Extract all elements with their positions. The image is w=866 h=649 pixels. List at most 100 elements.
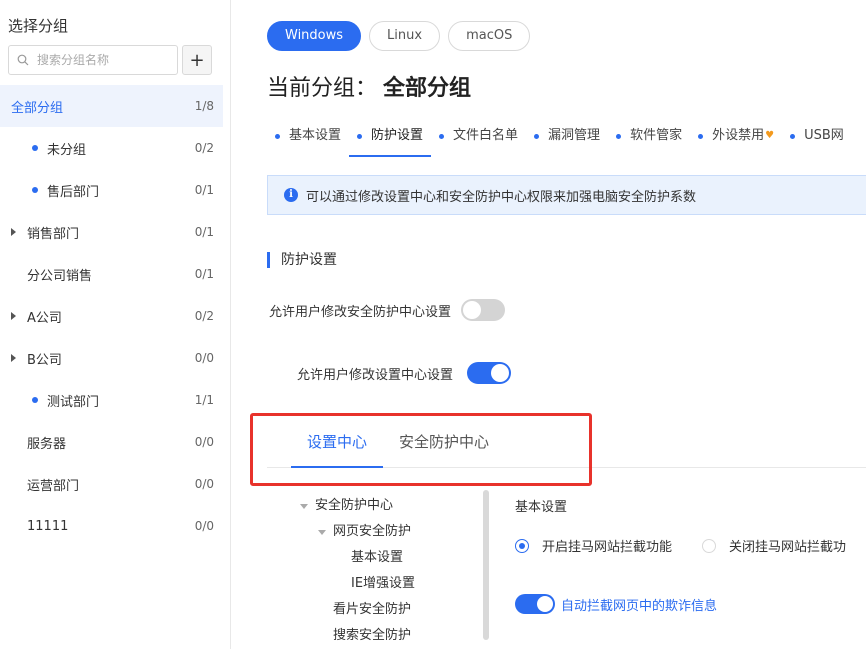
tree-scrollbar[interactable] <box>483 490 489 640</box>
group-item-aftersales[interactable]: 售后部门 0/1 <box>0 169 223 211</box>
tree-node-video-protection[interactable]: 看片安全防护 <box>290 597 480 623</box>
setting-label: 允许用户修改安全防护中心设置 <box>269 304 452 320</box>
tab-macos[interactable]: macOS <box>448 21 531 51</box>
tree-label: 安全防护中心 <box>315 498 394 513</box>
setting-label: 允许用户修改设置中心设置 <box>297 367 454 383</box>
add-group-button[interactable]: + <box>182 45 212 75</box>
tree-node-search-protection[interactable]: 搜索安全防护 <box>290 623 480 649</box>
tree-label: 搜索安全防护 <box>333 628 412 643</box>
toggle-knob <box>537 596 553 612</box>
group-search[interactable] <box>8 45 178 75</box>
page-title: 当前分组： 全部分组 <box>267 70 471 102</box>
group-label: 11111 <box>27 518 69 534</box>
info-icon: i <box>284 188 298 202</box>
radio-enable-trojan-block[interactable] <box>515 538 529 553</box>
group-label: 销售部门 <box>27 226 80 242</box>
toggle-knob <box>491 364 510 382</box>
current-group-value: 全部分组 <box>383 76 472 101</box>
tab-label: 外设禁用 <box>712 128 765 143</box>
group-item-branch-sales[interactable]: 分公司销售 0/1 <box>0 253 223 295</box>
expand-caret-icon[interactable] <box>11 228 16 236</box>
group-item-server[interactable]: 服务器 0/0 <box>0 421 223 463</box>
group-count: 1/1 <box>194 393 214 407</box>
tree-node-web-protection[interactable]: 网页安全防护 <box>290 519 480 545</box>
tab-label: 防护设置 <box>371 128 424 143</box>
tree-label: 看片安全防护 <box>333 602 412 617</box>
settings-tree: 安全防护中心 网页安全防护 基本设置 IE增强设置 看片安全防护 搜索安全防护 <box>290 493 480 649</box>
auto-block-toggle[interactable] <box>515 594 555 614</box>
feature-tabs: 基本设置 防护设置 文件白名单 漏洞管理 软件管家 外设禁用 ♥ USB网 <box>267 121 866 159</box>
highlight-frame <box>250 413 592 486</box>
group-item-operations[interactable]: 运营部门 0/0 <box>0 463 223 505</box>
group-label: A公司 <box>27 310 62 326</box>
tree-node-ie-enhance[interactable]: IE增强设置 <box>290 571 480 597</box>
collapse-caret-icon[interactable] <box>300 504 308 509</box>
group-count: 0/2 <box>194 309 214 323</box>
tree-node-basic-settings[interactable]: 基本设置 <box>290 545 480 571</box>
radio-label: 关闭挂马网站拦截功 <box>729 540 847 555</box>
group-item-test[interactable]: 测试部门 1/1 <box>0 379 223 421</box>
tab-usb[interactable]: USB网 <box>782 121 852 157</box>
tab-peripheral-disable[interactable]: 外设禁用 ♥ <box>690 121 782 157</box>
group-count: 0/1 <box>194 267 214 281</box>
group-count: 0/0 <box>194 519 214 533</box>
allow-security-center-toggle[interactable] <box>461 299 506 321</box>
toggle-knob <box>463 301 482 319</box>
group-count: 0/0 <box>194 435 214 449</box>
tab-label: 基本设置 <box>289 128 342 143</box>
group-item-11111[interactable]: 11111 0/0 <box>0 505 223 547</box>
group-list: 全部分组 1/8 未分组 0/2 售后部门 0/1 销售部门 0/1 分公司销售… <box>0 85 223 547</box>
tree-label: 网页安全防护 <box>333 524 412 539</box>
bullet-icon <box>616 134 622 139</box>
expand-caret-icon[interactable] <box>11 312 16 320</box>
tab-vulnerability[interactable]: 漏洞管理 <box>526 121 608 157</box>
expand-caret-icon[interactable] <box>11 354 16 362</box>
tab-software-manager[interactable]: 软件管家 <box>608 121 690 157</box>
tab-protection-settings[interactable]: 防护设置 <box>349 121 432 157</box>
collapse-caret-icon[interactable] <box>318 530 326 535</box>
trojan-block-options: 开启挂马网站拦截功能 关闭挂马网站拦截功 <box>515 536 846 555</box>
tree-label: 基本设置 <box>351 550 404 565</box>
tab-basic-settings[interactable]: 基本设置 <box>267 121 349 157</box>
group-label: B公司 <box>27 352 62 368</box>
sidebar-title: 选择分组 <box>8 17 69 35</box>
tab-windows[interactable]: Windows <box>267 21 362 51</box>
group-label: 服务器 <box>27 436 67 452</box>
tab-label: 文件白名单 <box>453 128 519 143</box>
group-count: 0/2 <box>194 141 214 155</box>
group-item-company-b[interactable]: B公司 0/0 <box>0 337 223 379</box>
group-count: 0/1 <box>194 225 214 239</box>
search-icon <box>17 54 29 66</box>
search-input[interactable] <box>35 52 169 68</box>
bullet-icon <box>790 134 796 139</box>
bullet-icon <box>32 397 38 403</box>
allow-settings-center-toggle[interactable] <box>467 362 512 384</box>
tab-file-whitelist[interactable]: 文件白名单 <box>431 121 526 157</box>
tree-node-security-center[interactable]: 安全防护中心 <box>290 493 480 519</box>
setting-allow-settings-center: 允许用户修改设置中心设置 <box>297 362 512 384</box>
group-count: 0/0 <box>194 477 214 491</box>
group-label: 分公司销售 <box>27 268 93 284</box>
tree-label: IE增强设置 <box>351 576 416 591</box>
tab-label: 软件管家 <box>630 128 683 143</box>
group-label: 测试部门 <box>47 394 100 410</box>
group-item-sales[interactable]: 销售部门 0/1 <box>0 211 223 253</box>
os-tabs: Windows Linux macOS <box>267 21 531 51</box>
auto-block-setting: 自动拦截网页中的欺诈信息 <box>515 594 717 614</box>
group-count: 0/1 <box>194 183 214 197</box>
info-banner: i 可以通过修改设置中心和安全防护中心权限来加强电脑安全防护系数 <box>267 175 866 215</box>
radio-label: 开启挂马网站拦截功能 <box>542 540 673 555</box>
bullet-icon <box>439 134 445 139</box>
bullet-icon <box>534 134 540 139</box>
group-item-ungrouped[interactable]: 未分组 0/2 <box>0 127 223 169</box>
section-title: 防护设置 <box>267 252 337 268</box>
bullet-icon <box>32 187 38 193</box>
group-count: 0/0 <box>194 351 214 365</box>
group-label: 未分组 <box>47 142 87 158</box>
group-item-all[interactable]: 全部分组 1/8 <box>0 85 223 127</box>
group-label: 运营部门 <box>27 478 80 494</box>
tab-linux[interactable]: Linux <box>369 21 441 51</box>
current-group-label: 当前分组： <box>267 76 378 101</box>
group-item-company-a[interactable]: A公司 0/2 <box>0 295 223 337</box>
radio-disable-trojan-block[interactable] <box>702 538 717 553</box>
